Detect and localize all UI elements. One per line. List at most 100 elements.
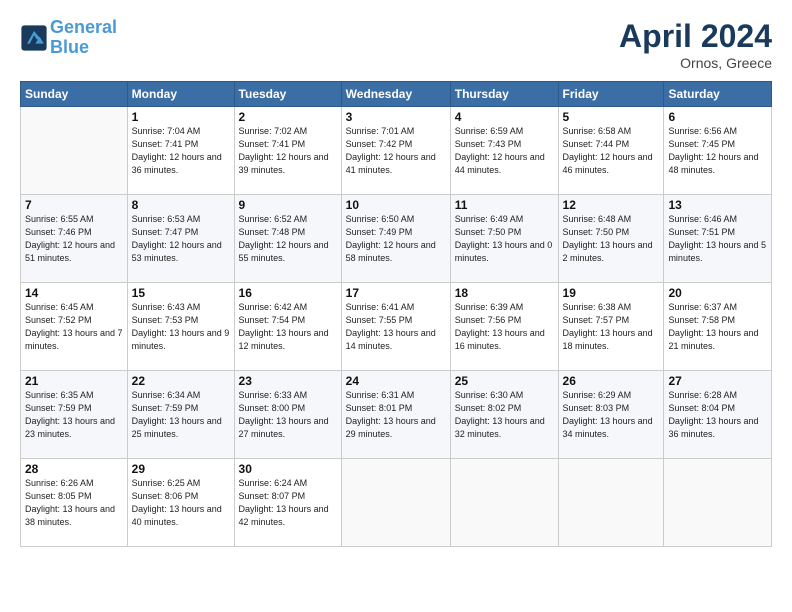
calendar-cell (341, 459, 450, 547)
calendar-cell: 14Sunrise: 6:45 AMSunset: 7:52 PMDayligh… (21, 283, 128, 371)
day-number: 11 (455, 198, 554, 212)
day-number: 9 (239, 198, 337, 212)
calendar-week-1: 1Sunrise: 7:04 AMSunset: 7:41 PMDaylight… (21, 107, 772, 195)
col-header-saturday: Saturday (664, 82, 772, 107)
calendar-header-row: SundayMondayTuesdayWednesdayThursdayFrid… (21, 82, 772, 107)
day-info: Sunrise: 6:58 AMSunset: 7:44 PMDaylight:… (563, 125, 660, 177)
day-info: Sunrise: 6:50 AMSunset: 7:49 PMDaylight:… (346, 213, 446, 265)
day-number: 29 (132, 462, 230, 476)
month-title: April 2024 (619, 18, 772, 55)
day-info: Sunrise: 6:56 AMSunset: 7:45 PMDaylight:… (668, 125, 767, 177)
calendar-cell: 27Sunrise: 6:28 AMSunset: 8:04 PMDayligh… (664, 371, 772, 459)
day-number: 21 (25, 374, 123, 388)
calendar-cell: 22Sunrise: 6:34 AMSunset: 7:59 PMDayligh… (127, 371, 234, 459)
day-number: 2 (239, 110, 337, 124)
day-number: 27 (668, 374, 767, 388)
day-number: 28 (25, 462, 123, 476)
day-info: Sunrise: 6:38 AMSunset: 7:57 PMDaylight:… (563, 301, 660, 353)
logo-text: General Blue (50, 18, 117, 58)
day-info: Sunrise: 6:31 AMSunset: 8:01 PMDaylight:… (346, 389, 446, 441)
calendar-cell (664, 459, 772, 547)
calendar-cell: 9Sunrise: 6:52 AMSunset: 7:48 PMDaylight… (234, 195, 341, 283)
calendar-cell (21, 107, 128, 195)
page: General Blue April 2024 Ornos, Greece Su… (0, 0, 792, 612)
calendar-cell: 6Sunrise: 6:56 AMSunset: 7:45 PMDaylight… (664, 107, 772, 195)
col-header-thursday: Thursday (450, 82, 558, 107)
calendar-cell: 21Sunrise: 6:35 AMSunset: 7:59 PMDayligh… (21, 371, 128, 459)
calendar-cell: 29Sunrise: 6:25 AMSunset: 8:06 PMDayligh… (127, 459, 234, 547)
day-info: Sunrise: 6:30 AMSunset: 8:02 PMDaylight:… (455, 389, 554, 441)
day-info: Sunrise: 6:41 AMSunset: 7:55 PMDaylight:… (346, 301, 446, 353)
calendar-cell: 16Sunrise: 6:42 AMSunset: 7:54 PMDayligh… (234, 283, 341, 371)
day-info: Sunrise: 6:35 AMSunset: 7:59 PMDaylight:… (25, 389, 123, 441)
calendar-week-4: 21Sunrise: 6:35 AMSunset: 7:59 PMDayligh… (21, 371, 772, 459)
day-number: 14 (25, 286, 123, 300)
day-info: Sunrise: 6:46 AMSunset: 7:51 PMDaylight:… (668, 213, 767, 265)
calendar-cell: 2Sunrise: 7:02 AMSunset: 7:41 PMDaylight… (234, 107, 341, 195)
day-info: Sunrise: 6:39 AMSunset: 7:56 PMDaylight:… (455, 301, 554, 353)
day-number: 23 (239, 374, 337, 388)
day-number: 17 (346, 286, 446, 300)
day-number: 3 (346, 110, 446, 124)
day-number: 6 (668, 110, 767, 124)
calendar-cell: 23Sunrise: 6:33 AMSunset: 8:00 PMDayligh… (234, 371, 341, 459)
day-info: Sunrise: 6:26 AMSunset: 8:05 PMDaylight:… (25, 477, 123, 529)
calendar-cell: 15Sunrise: 6:43 AMSunset: 7:53 PMDayligh… (127, 283, 234, 371)
calendar-cell: 25Sunrise: 6:30 AMSunset: 8:02 PMDayligh… (450, 371, 558, 459)
calendar-cell: 30Sunrise: 6:24 AMSunset: 8:07 PMDayligh… (234, 459, 341, 547)
day-info: Sunrise: 6:49 AMSunset: 7:50 PMDaylight:… (455, 213, 554, 265)
calendar-week-3: 14Sunrise: 6:45 AMSunset: 7:52 PMDayligh… (21, 283, 772, 371)
calendar-cell: 24Sunrise: 6:31 AMSunset: 8:01 PMDayligh… (341, 371, 450, 459)
day-number: 8 (132, 198, 230, 212)
day-info: Sunrise: 6:55 AMSunset: 7:46 PMDaylight:… (25, 213, 123, 265)
day-info: Sunrise: 6:48 AMSunset: 7:50 PMDaylight:… (563, 213, 660, 265)
calendar-cell: 17Sunrise: 6:41 AMSunset: 7:55 PMDayligh… (341, 283, 450, 371)
calendar-cell (558, 459, 664, 547)
day-info: Sunrise: 6:29 AMSunset: 8:03 PMDaylight:… (563, 389, 660, 441)
title-block: April 2024 Ornos, Greece (619, 18, 772, 71)
day-info: Sunrise: 6:53 AMSunset: 7:47 PMDaylight:… (132, 213, 230, 265)
col-header-wednesday: Wednesday (341, 82, 450, 107)
day-info: Sunrise: 6:37 AMSunset: 7:58 PMDaylight:… (668, 301, 767, 353)
header: General Blue April 2024 Ornos, Greece (20, 18, 772, 71)
day-info: Sunrise: 6:28 AMSunset: 8:04 PMDaylight:… (668, 389, 767, 441)
day-info: Sunrise: 6:45 AMSunset: 7:52 PMDaylight:… (25, 301, 123, 353)
day-number: 26 (563, 374, 660, 388)
calendar-cell: 20Sunrise: 6:37 AMSunset: 7:58 PMDayligh… (664, 283, 772, 371)
day-number: 4 (455, 110, 554, 124)
day-info: Sunrise: 7:02 AMSunset: 7:41 PMDaylight:… (239, 125, 337, 177)
col-header-friday: Friday (558, 82, 664, 107)
calendar-cell: 11Sunrise: 6:49 AMSunset: 7:50 PMDayligh… (450, 195, 558, 283)
calendar-cell (450, 459, 558, 547)
day-info: Sunrise: 6:52 AMSunset: 7:48 PMDaylight:… (239, 213, 337, 265)
calendar-cell: 3Sunrise: 7:01 AMSunset: 7:42 PMDaylight… (341, 107, 450, 195)
day-info: Sunrise: 6:59 AMSunset: 7:43 PMDaylight:… (455, 125, 554, 177)
day-number: 5 (563, 110, 660, 124)
day-number: 24 (346, 374, 446, 388)
logo-blue: Blue (50, 37, 89, 57)
col-header-monday: Monday (127, 82, 234, 107)
day-number: 12 (563, 198, 660, 212)
day-info: Sunrise: 6:25 AMSunset: 8:06 PMDaylight:… (132, 477, 230, 529)
calendar-cell: 12Sunrise: 6:48 AMSunset: 7:50 PMDayligh… (558, 195, 664, 283)
day-info: Sunrise: 6:34 AMSunset: 7:59 PMDaylight:… (132, 389, 230, 441)
calendar-cell: 18Sunrise: 6:39 AMSunset: 7:56 PMDayligh… (450, 283, 558, 371)
day-number: 22 (132, 374, 230, 388)
calendar-table: SundayMondayTuesdayWednesdayThursdayFrid… (20, 81, 772, 547)
calendar-cell: 8Sunrise: 6:53 AMSunset: 7:47 PMDaylight… (127, 195, 234, 283)
day-number: 30 (239, 462, 337, 476)
calendar-cell: 7Sunrise: 6:55 AMSunset: 7:46 PMDaylight… (21, 195, 128, 283)
calendar-cell: 10Sunrise: 6:50 AMSunset: 7:49 PMDayligh… (341, 195, 450, 283)
calendar-cell: 13Sunrise: 6:46 AMSunset: 7:51 PMDayligh… (664, 195, 772, 283)
location-subtitle: Ornos, Greece (619, 55, 772, 71)
day-info: Sunrise: 7:04 AMSunset: 7:41 PMDaylight:… (132, 125, 230, 177)
day-number: 10 (346, 198, 446, 212)
calendar-cell: 26Sunrise: 6:29 AMSunset: 8:03 PMDayligh… (558, 371, 664, 459)
logo-general: General (50, 17, 117, 37)
calendar-week-2: 7Sunrise: 6:55 AMSunset: 7:46 PMDaylight… (21, 195, 772, 283)
day-number: 18 (455, 286, 554, 300)
day-info: Sunrise: 6:42 AMSunset: 7:54 PMDaylight:… (239, 301, 337, 353)
day-number: 20 (668, 286, 767, 300)
logo: General Blue (20, 18, 117, 58)
day-info: Sunrise: 6:24 AMSunset: 8:07 PMDaylight:… (239, 477, 337, 529)
